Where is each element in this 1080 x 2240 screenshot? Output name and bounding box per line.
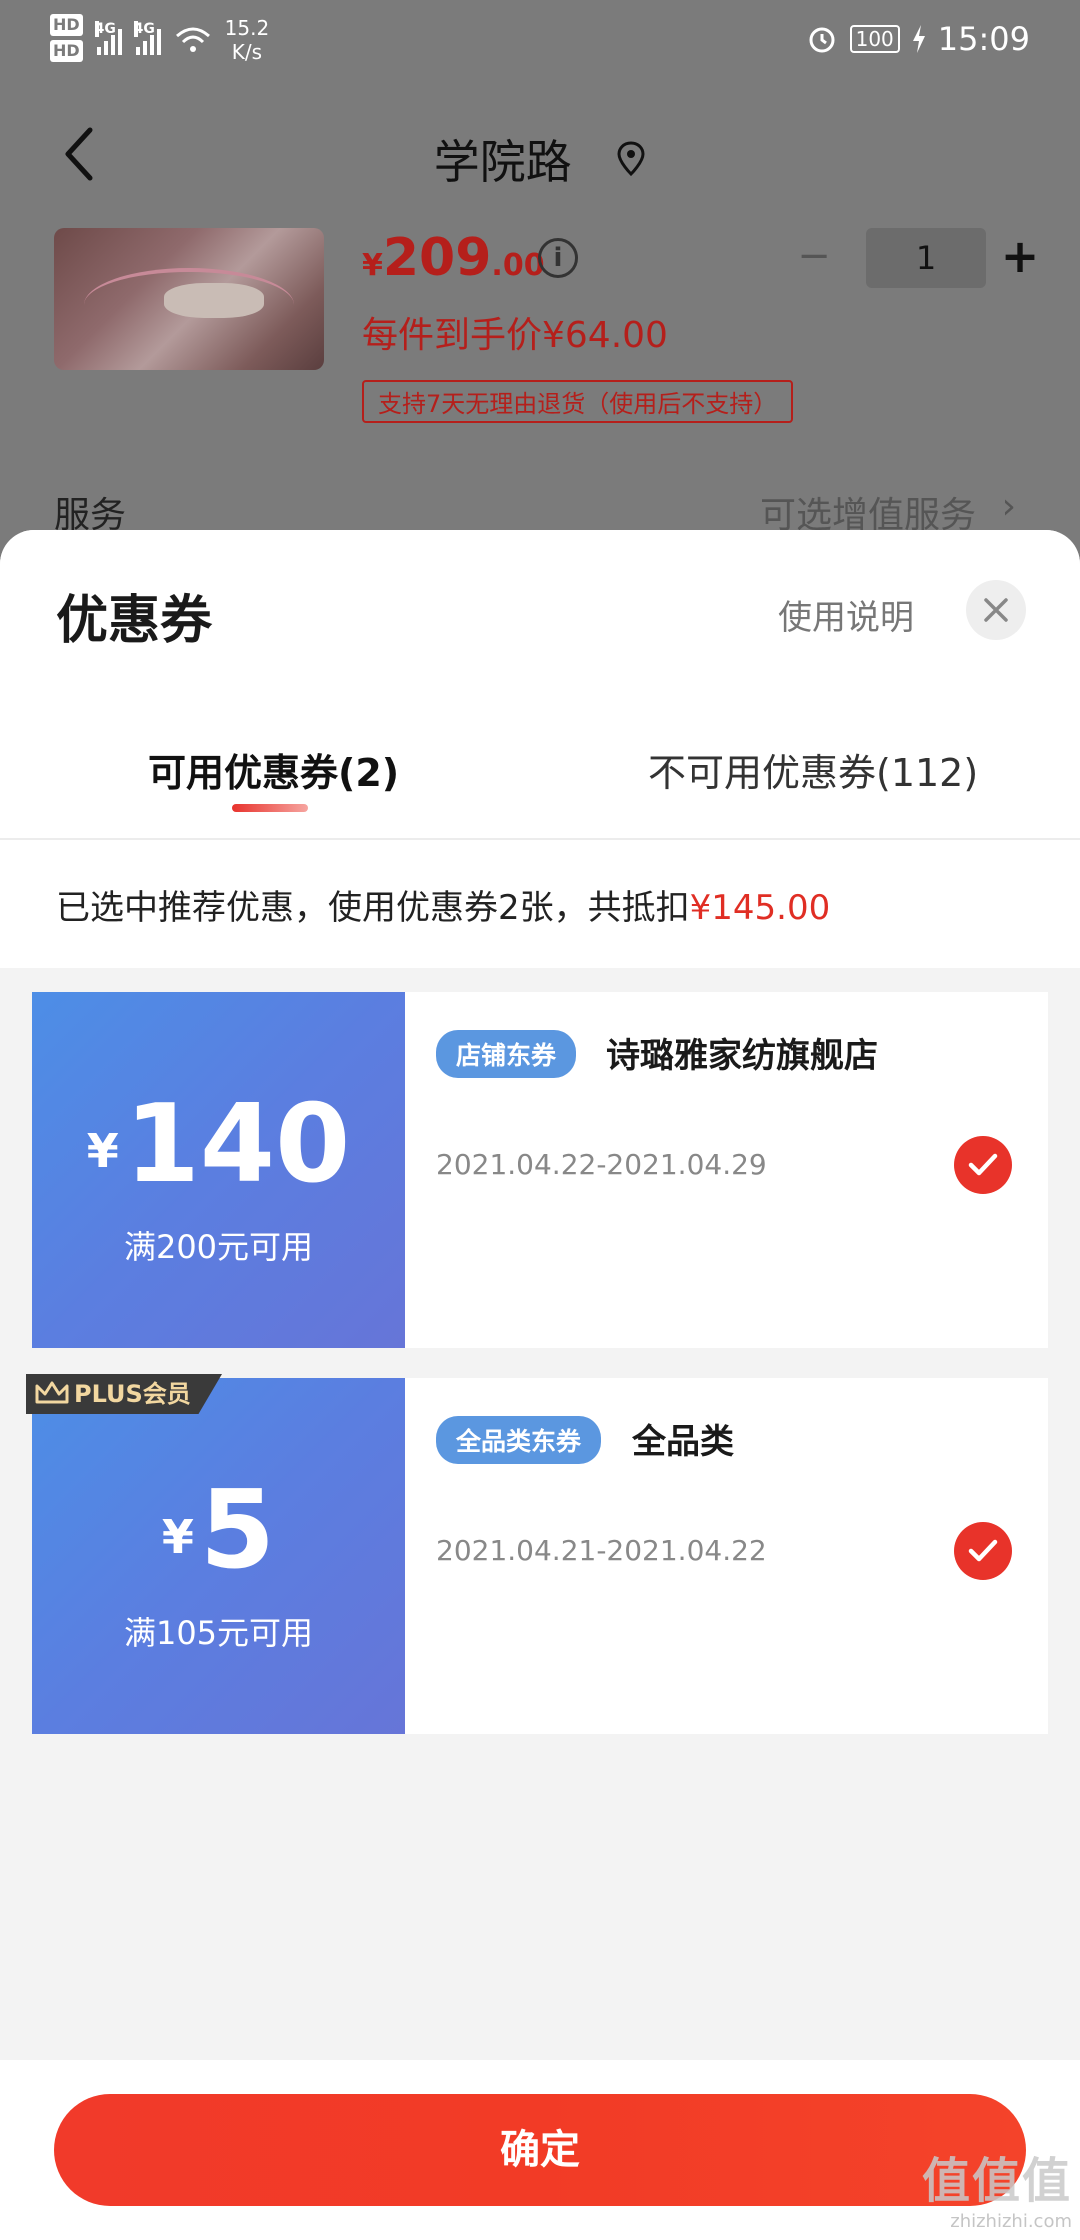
coupon-amount-value: 140 bbox=[124, 1082, 351, 1207]
confirm-button[interactable]: 确定 bbox=[54, 2094, 1026, 2206]
status-bar: HD HD 4G 4G 15.2 K/s 100 15:09 bbox=[0, 0, 1080, 80]
bottom-action-bar: 确定 值值值 zhizhizhi.com bbox=[0, 2060, 1080, 2240]
product-price: ¥209.00 bbox=[362, 228, 545, 288]
coupon-category-name: 全品类 bbox=[632, 1422, 734, 1462]
wifi-icon bbox=[175, 27, 210, 52]
coupon-type-tag: 全品类东券 bbox=[436, 1416, 602, 1464]
summary-amount: ¥145.00 bbox=[689, 888, 831, 928]
hd2-label: HD bbox=[50, 40, 83, 62]
plus-member-badge: PLUS会员 bbox=[26, 1374, 222, 1414]
tab-unavailable-coupons[interactable]: 不可用优惠券(112) bbox=[648, 742, 978, 797]
coupon-amount-value: 5 bbox=[199, 1468, 276, 1593]
product-summary: ¥209.00 i − 1 + 每件到手价¥64.00 支持7天无理由退货（使用… bbox=[54, 228, 1054, 428]
alarm-icon bbox=[809, 27, 835, 53]
crown-icon bbox=[35, 1381, 69, 1404]
speed-value: 15.2 bbox=[224, 16, 270, 40]
charging-icon bbox=[912, 25, 925, 53]
signal-icon-2: 4G bbox=[133, 21, 161, 55]
price-symbol: ¥ bbox=[362, 248, 383, 283]
info-icon[interactable]: i bbox=[538, 238, 578, 278]
price-decimal: .00 bbox=[491, 248, 545, 283]
address-title-text: 学院路 bbox=[433, 135, 572, 189]
summary-text: 已选中推荐优惠，使用优惠券2张，共抵扣 bbox=[56, 888, 690, 928]
return-policy-badge: 支持7天无理由退货（使用后不支持） bbox=[362, 380, 794, 423]
watermark-logo-text: 值值值 bbox=[921, 2153, 1072, 2209]
product-image bbox=[54, 228, 324, 370]
discount-summary: 已选中推荐优惠，使用优惠券2张，共抵扣¥145.00 bbox=[0, 840, 1080, 968]
battery-indicator: 100 bbox=[849, 25, 900, 53]
unit-price: 每件到手价¥64.00 bbox=[362, 315, 668, 356]
clock-time: 15:09 bbox=[937, 20, 1030, 58]
hd1-label: HD bbox=[50, 14, 83, 36]
coupon-card[interactable]: ¥5 满105元可用 PLUS会员 全品类东券 全品类 2021.04.21-2… bbox=[26, 1374, 1048, 1734]
coupon-validity-date: 2021.04.21-2021.04.22 bbox=[436, 1534, 767, 1567]
hd-indicator: HD HD bbox=[50, 14, 83, 66]
coupon-currency: ¥ bbox=[161, 1510, 194, 1564]
coupon-validity-date: 2021.04.22-2021.04.29 bbox=[436, 1148, 767, 1181]
background-page: HD HD 4G 4G 15.2 K/s 100 15:09 学院路 ¥209.… bbox=[0, 0, 1080, 540]
coupon-amount: ¥5 bbox=[32, 1476, 405, 1586]
coupon-store-name: 诗璐雅家纺旗舰店 bbox=[606, 1036, 878, 1076]
tab-available-coupons[interactable]: 可用优惠券(2) bbox=[148, 742, 399, 797]
coupon-type-tag: 店铺东券 bbox=[436, 1030, 577, 1078]
coupon-condition: 满105元可用 bbox=[123, 1614, 314, 1652]
coupon-card[interactable]: ¥140 满200元可用 店铺东券 诗璐雅家纺旗舰店 2021.04.22-20… bbox=[26, 992, 1048, 1348]
network-type-label: 4G bbox=[94, 21, 116, 37]
watermark-url: zhizhizhi.com bbox=[950, 2211, 1072, 2232]
checkmark-icon bbox=[968, 1539, 998, 1562]
coupon-sheet: 优惠券 使用说明 可用优惠券(2) 不可用优惠券(112) 已选中推荐优惠，使用… bbox=[0, 530, 1080, 2240]
coupon-amount: ¥140 bbox=[32, 1090, 405, 1200]
network-speed: 15.2 K/s bbox=[225, 16, 270, 64]
close-icon bbox=[984, 598, 1008, 622]
coupon-value-panel: ¥5 满105元可用 bbox=[26, 1378, 405, 1734]
decrease-button[interactable]: − bbox=[784, 228, 844, 288]
location-pin-icon bbox=[617, 141, 645, 177]
quantity-stepper[interactable]: − 1 + bbox=[784, 228, 1044, 288]
checkmark-icon bbox=[968, 1153, 998, 1176]
active-tab-indicator bbox=[232, 804, 308, 812]
navigation-bar: 学院路 bbox=[0, 110, 1080, 200]
network-type-label-2: 4G bbox=[133, 21, 155, 37]
coupon-currency: ¥ bbox=[86, 1124, 119, 1178]
chevron-right-icon: › bbox=[1001, 486, 1016, 527]
address-title[interactable]: 学院路 bbox=[0, 126, 1080, 192]
site-watermark: 值值值 zhizhizhi.com bbox=[922, 2141, 1072, 2232]
plus-member-label: PLUS会员 bbox=[74, 1380, 191, 1408]
sheet-header: 优惠券 使用说明 可用优惠券(2) 不可用优惠券(112) bbox=[0, 530, 1080, 840]
coupon-selected-checkbox[interactable] bbox=[954, 1136, 1012, 1194]
price-integer: 209 bbox=[382, 228, 492, 288]
quantity-value[interactable]: 1 bbox=[866, 228, 986, 288]
coupon-value-panel: ¥140 满200元可用 bbox=[26, 992, 405, 1348]
usage-instructions-link[interactable]: 使用说明 bbox=[778, 590, 914, 639]
increase-button[interactable]: + bbox=[990, 228, 1050, 288]
signal-icon: 4G bbox=[94, 21, 122, 55]
coupon-condition: 满200元可用 bbox=[123, 1228, 314, 1266]
sheet-title: 优惠券 bbox=[56, 591, 213, 651]
coupon-selected-checkbox[interactable] bbox=[954, 1522, 1012, 1580]
close-button[interactable] bbox=[966, 580, 1026, 640]
speed-unit: K/s bbox=[231, 40, 263, 64]
